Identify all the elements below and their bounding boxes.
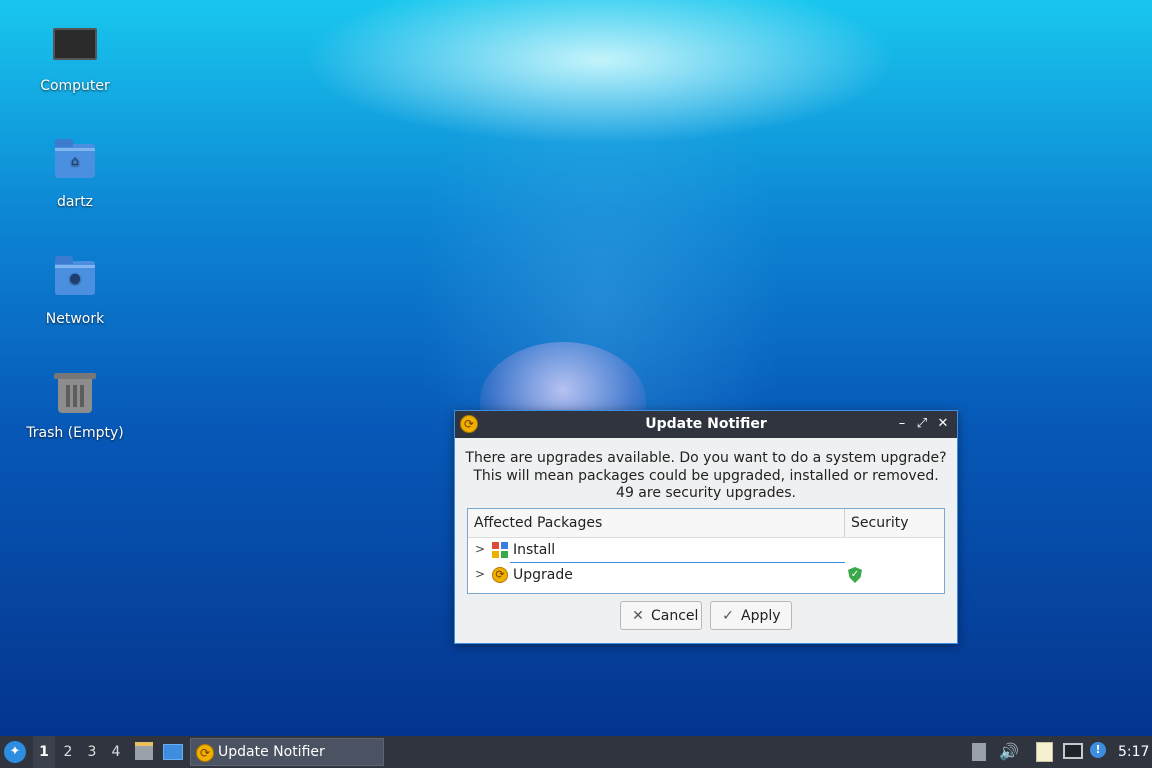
clipboard-icon[interactable] — [1036, 742, 1053, 762]
task-label: Update Notifier — [218, 744, 325, 760]
desktop-icon-network[interactable]: ● Network — [20, 256, 130, 327]
affected-packages-table: Affected Packages Security > Install > ⟳… — [467, 508, 945, 594]
message-line: There are upgrades available. Do you wan… — [465, 450, 947, 466]
notification-icon[interactable]: ! — [1090, 742, 1106, 758]
apply-button[interactable]: ✓ Apply — [710, 601, 792, 630]
home-folder-icon: ⌂ — [53, 139, 97, 188]
workspace-4[interactable]: 4 — [105, 736, 127, 768]
computer-icon — [53, 28, 97, 72]
message-line: This will mean packages could be upgrade… — [473, 467, 939, 484]
removable-media-icon[interactable] — [972, 743, 986, 761]
volume-icon[interactable]: 🔊 — [999, 743, 1019, 761]
minimize-button[interactable]: – — [894, 415, 910, 433]
desktop-icon-label: Network — [45, 311, 105, 327]
package-install-icon — [492, 542, 508, 558]
workspace-3[interactable]: 3 — [81, 736, 103, 768]
desktop-icon-home[interactable]: ⌂ dartz — [20, 139, 130, 210]
workspace-2[interactable]: 2 — [57, 736, 79, 768]
cancel-label: Cancel — [651, 608, 699, 624]
clock[interactable]: 5:17 — [1118, 744, 1149, 760]
message-line: 49 are security upgrades. — [616, 485, 796, 501]
workspace-1[interactable]: 1 — [33, 736, 55, 768]
dialog-title: Update Notifier — [645, 416, 767, 432]
update-notifier-dialog: ⟳ Update Notifier – ⤢ ✕ There are upgrad… — [454, 410, 958, 644]
network-status-icon[interactable] — [1063, 743, 1083, 759]
row-label: Install — [513, 542, 556, 558]
dialog-titlebar[interactable]: ⟳ Update Notifier – ⤢ ✕ — [455, 411, 957, 438]
cancel-icon: ✕ — [632, 608, 644, 624]
task-update-notifier[interactable]: ⟳ Update Notifier — [190, 738, 384, 766]
column-header-security[interactable]: Security — [844, 509, 947, 537]
update-icon: ⟳ — [492, 567, 508, 583]
table-row[interactable]: > ⟳ Upgrade ✓ — [468, 564, 944, 588]
security-shield-icon: ✓ — [848, 567, 862, 583]
desktop-icon-label: dartz — [56, 194, 94, 210]
expand-arrow-icon[interactable]: > — [475, 542, 485, 556]
network-folder-icon: ● — [53, 256, 97, 305]
update-icon: ⟳ — [196, 744, 214, 762]
trash-icon — [53, 373, 97, 419]
column-header-affected-packages[interactable]: Affected Packages — [474, 515, 602, 531]
desktop-icon-computer[interactable]: Computer — [20, 22, 130, 94]
start-menu-icon[interactable]: ✦ — [4, 741, 26, 763]
taskbar: ✦ 1 2 3 4 ⟳ Update Notifier 🔊 ! 5:17 — [0, 736, 1152, 768]
desktop-icon-label: Computer — [40, 78, 110, 94]
table-row[interactable]: > Install — [468, 539, 944, 563]
close-button[interactable]: ✕ — [935, 415, 951, 433]
desktop-icon-label: Trash (Empty) — [26, 425, 124, 441]
cancel-button[interactable]: ✕ Cancel — [620, 601, 702, 630]
desktop-icon-trash[interactable]: Trash (Empty) — [20, 373, 130, 441]
expand-arrow-icon[interactable]: > — [475, 567, 485, 581]
show-desktop-icon[interactable] — [163, 744, 183, 760]
apply-label: Apply — [741, 608, 781, 624]
row-label: Upgrade — [513, 567, 573, 583]
dialog-message: There are upgrades available. Do you wan… — [455, 450, 957, 503]
maximize-button[interactable]: ⤢ — [914, 415, 930, 433]
checkmark-icon: ✓ — [722, 608, 734, 624]
file-manager-icon[interactable] — [135, 742, 153, 760]
row-divider — [510, 562, 845, 563]
table-header: Affected Packages Security — [468, 509, 944, 538]
